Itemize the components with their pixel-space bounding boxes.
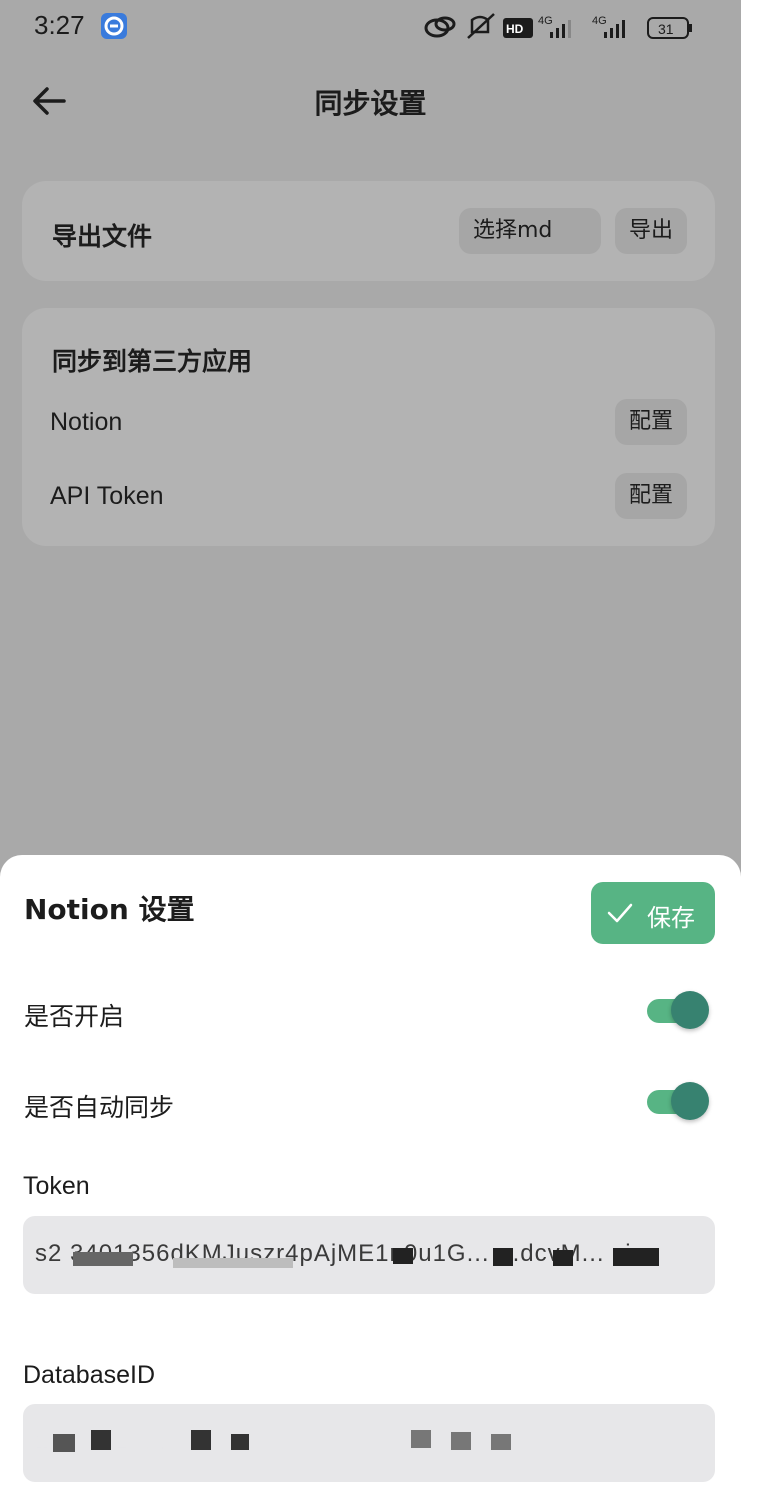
redaction-mark (491, 1434, 511, 1450)
api-token-configure-button[interactable]: 配置 (615, 473, 687, 519)
token-label: Token (23, 1172, 90, 1200)
enable-label: 是否开启 (24, 1002, 125, 1031)
save-button-label: 保存 (647, 904, 695, 932)
link-app-icon (101, 13, 127, 39)
battery-icon: 31 (647, 17, 692, 39)
token-input[interactable]: s2 3401356dKMJuszr4pAjME1n0u1G... ...dcv… (23, 1216, 715, 1294)
export-card-title: 导出文件 (52, 222, 153, 251)
notion-row-label: Notion (50, 408, 123, 436)
auto-sync-toggle[interactable] (647, 1081, 709, 1121)
export-card: 导出文件 选择md 导出 (22, 181, 715, 281)
svg-text:31: 31 (658, 21, 674, 37)
redaction-mark (493, 1248, 513, 1266)
status-time: 3:27 (34, 10, 85, 40)
redaction-mark (173, 1258, 293, 1268)
screen-edge (741, 0, 768, 1506)
page-title: 同步设置 (314, 87, 427, 120)
redaction-mark (191, 1430, 211, 1450)
check-icon (607, 903, 633, 923)
svg-text:4G: 4G (592, 15, 607, 27)
status-icons: HD 4G 4G 31 (420, 10, 700, 44)
redaction-mark (613, 1248, 659, 1266)
link-icon (424, 16, 456, 38)
redaction-mark (553, 1250, 573, 1266)
toggle-knob (671, 991, 709, 1029)
api-token-row-label: API Token (50, 482, 164, 510)
redaction-mark (451, 1432, 471, 1450)
svg-text:HD: HD (506, 22, 524, 36)
redaction-mark (91, 1430, 111, 1450)
save-button[interactable]: 保存 (591, 882, 715, 944)
toggle-knob (671, 1082, 709, 1120)
hd-icon: HD (503, 18, 533, 38)
database-id-input[interactable]: 1f0a5e2a... (23, 1404, 715, 1482)
redaction-mark (53, 1434, 75, 1452)
svg-text:4G: 4G (538, 15, 553, 27)
redaction-mark (393, 1248, 413, 1264)
redaction-mark (73, 1252, 133, 1266)
mute-icon (467, 13, 495, 39)
notion-configure-button[interactable]: 配置 (615, 399, 687, 445)
sheet-title: Notion 设置 (24, 893, 195, 926)
select-md-button[interactable]: 选择md (459, 208, 601, 254)
sync-card-title: 同步到第三方应用 (52, 347, 253, 376)
export-button[interactable]: 导出 (615, 208, 687, 254)
notion-settings-sheet: Notion 设置 保存 是否开启 是否自动同步 Token s2 340135… (0, 855, 741, 1506)
signal-icon: 4G (538, 15, 571, 38)
auto-sync-label: 是否自动同步 (24, 1093, 175, 1122)
redaction-mark (231, 1434, 249, 1450)
redaction-mark (411, 1430, 431, 1448)
enable-toggle[interactable] (647, 990, 709, 1030)
signal-icon: 4G (592, 15, 625, 38)
sync-card: 同步到第三方应用 Notion 配置 API Token 配置 (22, 308, 715, 546)
database-id-label: DatabaseID (23, 1361, 156, 1389)
